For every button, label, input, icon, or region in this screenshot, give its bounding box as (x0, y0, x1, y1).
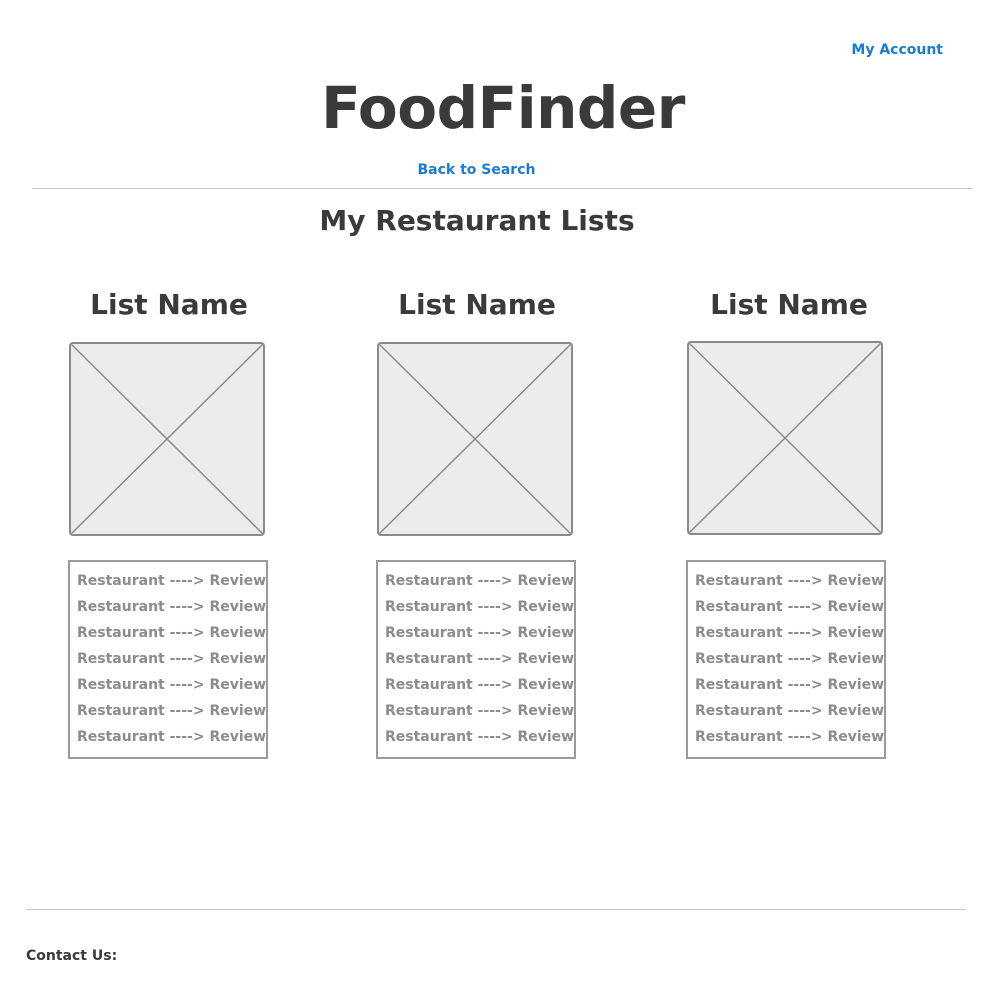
contact-label: Contact Us: (26, 948, 118, 964)
list-item[interactable]: Restaurant ----> Review (77, 594, 266, 620)
list-item[interactable]: Restaurant ----> Review (77, 646, 266, 672)
list-item[interactable]: Restaurant ----> Review (385, 724, 574, 750)
list-item[interactable]: Restaurant ----> Review (77, 672, 266, 698)
list-item[interactable]: Restaurant ----> Review (695, 568, 884, 594)
list-item[interactable]: Restaurant ----> Review (695, 646, 884, 672)
review-list: Restaurant ----> Review Restaurant ---->… (686, 560, 886, 759)
review-list: Restaurant ----> Review Restaurant ---->… (68, 560, 268, 759)
app-title: FoodFinder (321, 74, 685, 142)
restaurant-list-3: List Name Restaurant ----> Review Restau… (686, 288, 887, 759)
list-item[interactable]: Restaurant ----> Review (695, 620, 884, 646)
list-item[interactable]: Restaurant ----> Review (695, 672, 884, 698)
list-title: List Name (398, 288, 556, 321)
image-placeholder-icon[interactable] (377, 342, 573, 536)
list-item[interactable]: Restaurant ----> Review (385, 646, 574, 672)
list-item[interactable]: Restaurant ----> Review (695, 724, 884, 750)
list-title: List Name (710, 288, 868, 321)
list-item[interactable]: Restaurant ----> Review (77, 620, 266, 646)
image-placeholder-icon[interactable] (687, 341, 883, 535)
header-divider (32, 188, 972, 189)
restaurant-list-2: List Name Restaurant ----> Review Restau… (376, 288, 577, 759)
page-title: My Restaurant Lists (319, 204, 635, 237)
list-item[interactable]: Restaurant ----> Review (385, 594, 574, 620)
list-item[interactable]: Restaurant ----> Review (385, 620, 574, 646)
list-item[interactable]: Restaurant ----> Review (695, 698, 884, 724)
list-item[interactable]: Restaurant ----> Review (385, 672, 574, 698)
review-list: Restaurant ----> Review Restaurant ---->… (376, 560, 576, 759)
restaurant-list-1: List Name Restaurant ----> Review Restau… (68, 288, 269, 759)
list-item[interactable]: Restaurant ----> Review (385, 698, 574, 724)
list-item[interactable]: Restaurant ----> Review (77, 724, 266, 750)
footer-divider (26, 909, 966, 910)
list-title: List Name (90, 288, 248, 321)
back-to-search-link[interactable]: Back to Search (0, 162, 953, 178)
list-item[interactable]: Restaurant ----> Review (77, 568, 266, 594)
list-item[interactable]: Restaurant ----> Review (695, 594, 884, 620)
list-item[interactable]: Restaurant ----> Review (77, 698, 266, 724)
my-account-link[interactable]: My Account (851, 42, 943, 58)
list-item[interactable]: Restaurant ----> Review (385, 568, 574, 594)
image-placeholder-icon[interactable] (69, 342, 265, 536)
